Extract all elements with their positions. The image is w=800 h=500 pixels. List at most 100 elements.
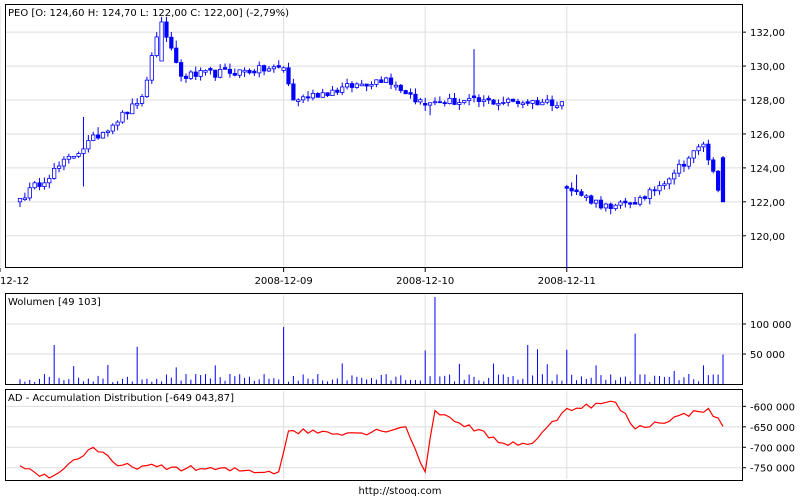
stock-chart: 120,00 122,00 124,00 126,00 128,00 130,00 132,… bbox=[0, 4, 795, 481]
candle-up bbox=[310, 93, 316, 99]
candle-up bbox=[71, 155, 76, 159]
candle-down bbox=[510, 98, 516, 102]
candle-down bbox=[452, 97, 457, 105]
candle-down bbox=[252, 70, 257, 74]
candle-down bbox=[222, 67, 228, 70]
price-title: PEO [O: 124,60 H: 124,70 L: 122,00 C: 12… bbox=[8, 8, 289, 19]
candle-down bbox=[178, 62, 184, 77]
price-tick-label: 132,00 bbox=[750, 28, 785, 39]
footer-url[interactable]: http://stooq.com bbox=[0, 486, 800, 497]
candle-down bbox=[681, 163, 687, 167]
candle-up bbox=[501, 101, 506, 104]
candle-down bbox=[193, 71, 198, 77]
candle-down bbox=[642, 196, 647, 199]
candle-down bbox=[550, 99, 555, 107]
candle-down bbox=[286, 67, 291, 85]
price-x-tick-label: 2008-12-10 bbox=[396, 276, 454, 287]
price-tick-label: 122,00 bbox=[750, 198, 785, 209]
candle-up bbox=[320, 92, 325, 98]
candle-up bbox=[359, 83, 364, 87]
candle-up bbox=[647, 189, 652, 199]
candle-down bbox=[325, 92, 330, 97]
volume-panel-frame bbox=[5, 293, 743, 385]
candle-up bbox=[218, 69, 223, 78]
candle-up bbox=[198, 70, 203, 77]
candle-down bbox=[720, 157, 726, 203]
candle-up bbox=[271, 66, 276, 70]
candle-up bbox=[384, 77, 389, 83]
candle-down bbox=[525, 101, 530, 104]
candle-down bbox=[564, 186, 569, 189]
candle-down bbox=[403, 90, 408, 95]
candle-up bbox=[17, 198, 23, 203]
candle-down bbox=[335, 89, 340, 93]
candle-up bbox=[154, 36, 159, 56]
candle-up bbox=[691, 150, 696, 159]
candle-up bbox=[354, 83, 359, 88]
candle-down bbox=[569, 187, 574, 192]
price-y-axis: 120,00 122,00 124,00 126,00 128,00 130,00 132,… bbox=[742, 28, 785, 243]
candle-up bbox=[344, 83, 350, 88]
candle-up bbox=[32, 182, 37, 189]
candle-down bbox=[169, 36, 174, 49]
candle-up bbox=[27, 187, 32, 199]
candle-up bbox=[593, 199, 599, 204]
candle-up bbox=[56, 165, 62, 169]
candle-up bbox=[545, 99, 550, 103]
candle-down bbox=[247, 69, 252, 74]
candle-down bbox=[291, 83, 296, 101]
candle-up bbox=[76, 153, 81, 157]
volume-tick-label: 50 000 bbox=[750, 350, 785, 361]
candle-up bbox=[686, 157, 691, 167]
candle-up bbox=[374, 79, 379, 85]
candle-up bbox=[667, 178, 672, 185]
candle-down bbox=[442, 102, 447, 104]
candle-down bbox=[125, 111, 130, 115]
ad-y-axis: -750 000 -700 000 -650 000 -600 000 bbox=[742, 402, 795, 475]
price-x-tick-label: 2008-12-12 bbox=[0, 276, 29, 287]
ad-tick-label: -750 000 bbox=[750, 464, 795, 475]
candle-up bbox=[296, 99, 301, 102]
candle-up bbox=[559, 101, 565, 107]
candle-up bbox=[257, 65, 262, 74]
candle-down bbox=[623, 200, 628, 204]
candle-down bbox=[486, 97, 491, 101]
candle-down bbox=[633, 202, 638, 205]
candle-up bbox=[506, 98, 511, 103]
candle-down bbox=[652, 189, 657, 192]
price-x-tick-label: 2008-12-09 bbox=[255, 276, 313, 287]
volume-title: Wolumen [49 103] bbox=[8, 297, 101, 308]
volume-tick-label: 100 000 bbox=[750, 320, 791, 331]
price-tick-label: 120,00 bbox=[750, 232, 785, 243]
candle-up bbox=[301, 96, 306, 101]
candle-up bbox=[149, 55, 154, 81]
candle-up bbox=[81, 148, 86, 154]
candle-down bbox=[261, 65, 267, 72]
candle-up bbox=[584, 195, 589, 198]
candle-down bbox=[716, 170, 721, 191]
candle-up bbox=[47, 178, 52, 184]
candle-down bbox=[579, 191, 584, 196]
candle-up bbox=[530, 100, 535, 104]
candle-down bbox=[232, 72, 237, 76]
candle-down bbox=[164, 21, 169, 38]
candle-down bbox=[174, 47, 179, 63]
candle-up bbox=[496, 103, 501, 106]
candle-up bbox=[242, 69, 247, 73]
ad-tick-label: -650 000 bbox=[750, 423, 795, 434]
price-tick-label: 126,00 bbox=[750, 130, 785, 141]
candle-down bbox=[628, 202, 633, 205]
candle-up bbox=[369, 84, 374, 87]
candle-down bbox=[589, 195, 594, 204]
candle-up bbox=[188, 71, 193, 79]
candle-up bbox=[139, 96, 145, 104]
candle-up bbox=[115, 121, 120, 126]
candle-down bbox=[408, 92, 413, 95]
candle-up bbox=[130, 103, 135, 115]
candle-down bbox=[388, 77, 394, 85]
candle-up bbox=[662, 183, 667, 186]
candle-up bbox=[110, 124, 115, 132]
candle-up bbox=[696, 146, 701, 152]
candle-up bbox=[457, 102, 462, 105]
candle-up bbox=[540, 101, 545, 106]
